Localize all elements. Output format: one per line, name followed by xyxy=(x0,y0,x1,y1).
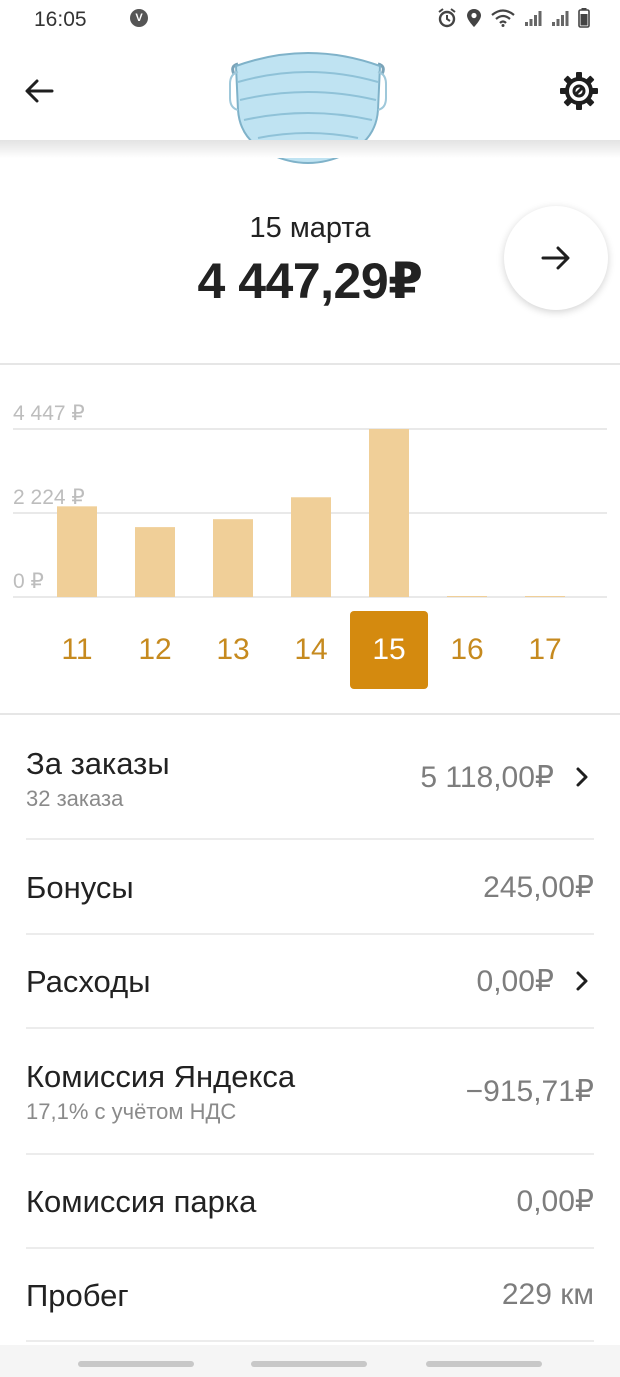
wifi-icon xyxy=(491,9,515,27)
day-tab-14[interactable]: 14 xyxy=(272,611,350,689)
breakdown-row: Пробег 229 км xyxy=(26,1249,594,1342)
day-tab-12[interactable]: 12 xyxy=(116,611,194,689)
breakdown-row[interactable]: За заказы 32 заказа 5 118,00₽ xyxy=(26,716,594,840)
back-button[interactable] xyxy=(18,70,60,112)
row-title: Комиссия Яндекса xyxy=(26,1059,296,1094)
chart-bar-16[interactable] xyxy=(447,596,487,597)
row-title: Пробег xyxy=(26,1277,129,1313)
row-title: За заказы xyxy=(26,746,170,781)
breakdown-row: Бонусы 245,00₽ xyxy=(26,840,594,935)
day-tab-13[interactable]: 13 xyxy=(194,611,272,689)
home-button[interactable] xyxy=(251,1361,367,1367)
breakdown-row: Комиссия Яндекса 17,1% с учётом НДС −915,7… xyxy=(26,1029,594,1155)
breakdown-row[interactable]: Расходы 0,00₽ xyxy=(26,935,594,1029)
row-subtitle: 17,1% с учётом НДС xyxy=(26,1099,237,1124)
row-value: 5 118,00₽ xyxy=(420,761,554,794)
arrow-right-icon xyxy=(541,246,570,270)
row-value: 245,00₽ xyxy=(483,870,594,904)
header-shadow xyxy=(0,140,620,158)
row-title: Расходы xyxy=(26,964,151,999)
chart-bar-12[interactable] xyxy=(135,527,175,597)
day-tab-11[interactable]: 11 xyxy=(38,611,116,689)
battery-icon xyxy=(578,8,590,28)
breakdown-row: Комиссия парка 0,00₽ xyxy=(26,1155,594,1249)
row-value: 0,00₽ xyxy=(516,1185,594,1218)
status-time: 16:05 xyxy=(34,8,87,31)
divider xyxy=(0,713,620,715)
earnings-chart: 4 447 ₽ 2 224 ₽ 0 ₽ 11 12 13 14 15 16 17 xyxy=(0,380,620,700)
earnings-chart-plot xyxy=(13,428,607,598)
v-badge-icon: V xyxy=(130,9,148,27)
status-bar: 16:05 V xyxy=(0,0,620,40)
status-icons xyxy=(437,8,590,28)
row-value: 0,00₽ xyxy=(476,965,554,998)
row-value: −915,71₽ xyxy=(465,1075,594,1108)
row-subtitle: 32 заказа xyxy=(26,786,124,811)
settings-button[interactable] xyxy=(556,68,602,114)
chart-bar-17[interactable] xyxy=(525,596,565,597)
next-day-button[interactable] xyxy=(504,206,608,310)
day-summary: 15 марта 4 447,29₽ xyxy=(0,160,620,365)
divider xyxy=(0,363,620,365)
chart-bar-14[interactable] xyxy=(291,497,331,597)
app-header xyxy=(0,40,620,164)
y-tick-label: 2 224 ₽ xyxy=(13,485,85,509)
system-navigation-bar xyxy=(0,1345,620,1377)
row-title: Комиссия парка xyxy=(26,1184,257,1219)
gear-icon xyxy=(560,72,598,110)
signal-icon xyxy=(525,11,542,26)
chart-bar-13[interactable] xyxy=(213,519,253,597)
day-tab-17[interactable]: 17 xyxy=(506,611,584,689)
arrow-left-icon xyxy=(25,79,54,103)
alarm-icon xyxy=(438,8,456,28)
chevron-right-icon xyxy=(572,966,592,996)
row-title: Бонусы xyxy=(26,869,134,905)
chart-bar-15[interactable] xyxy=(369,429,409,597)
y-tick-label: 4 447 ₽ xyxy=(13,402,85,425)
back-nav-button[interactable] xyxy=(426,1361,542,1367)
location-icon xyxy=(467,9,481,27)
y-tick-label: 0 ₽ xyxy=(13,570,44,593)
chart-bar-11[interactable] xyxy=(57,506,97,597)
day-tab-15[interactable]: 15 xyxy=(350,611,428,689)
chevron-right-icon xyxy=(572,762,592,792)
day-tab-16[interactable]: 16 xyxy=(428,611,506,689)
row-value: 229 км xyxy=(501,1277,594,1311)
signal-icon xyxy=(552,11,569,26)
recent-apps-button[interactable] xyxy=(78,1361,194,1367)
